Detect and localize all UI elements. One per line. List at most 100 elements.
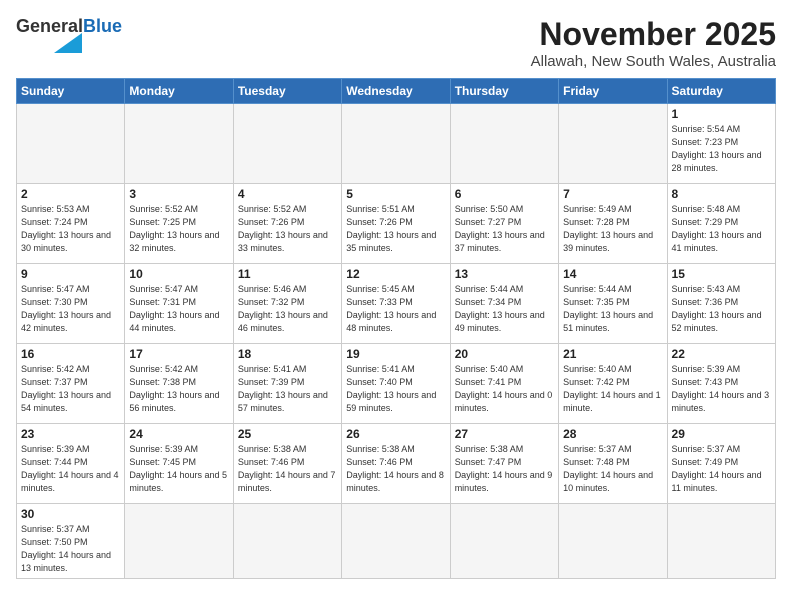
day-info: Sunrise: 5:49 AM Sunset: 7:28 PM Dayligh…: [563, 203, 662, 255]
day-number: 25: [238, 427, 337, 441]
day-info: Sunrise: 5:37 AM Sunset: 7:49 PM Dayligh…: [672, 443, 771, 495]
day-info: Sunrise: 5:44 AM Sunset: 7:35 PM Dayligh…: [563, 283, 662, 335]
calendar-cell: [559, 504, 667, 579]
day-number: 7: [563, 187, 662, 201]
calendar-cell: 18 Sunrise: 5:41 AM Sunset: 7:39 PM Dayli…: [233, 344, 341, 424]
day-info: Sunrise: 5:47 AM Sunset: 7:31 PM Dayligh…: [129, 283, 228, 335]
day-number: 6: [455, 187, 554, 201]
month-title: November 2025: [531, 16, 776, 53]
day-info: Sunrise: 5:42 AM Sunset: 7:38 PM Dayligh…: [129, 363, 228, 415]
calendar-cell: 1Sunrise: 5:54 AM Sunset: 7:23 PM Daylig…: [667, 104, 775, 184]
day-info: Sunrise: 5:39 AM Sunset: 7:45 PM Dayligh…: [129, 443, 228, 495]
calendar-cell: 8 Sunrise: 5:48 AM Sunset: 7:29 PM Daylig…: [667, 184, 775, 264]
calendar-cell: 22Sunrise: 5:39 AM Sunset: 7:43 PM Dayli…: [667, 344, 775, 424]
day-number: 13: [455, 267, 554, 281]
calendar-cell: 9Sunrise: 5:47 AM Sunset: 7:30 PM Daylig…: [17, 264, 125, 344]
day-info: Sunrise: 5:39 AM Sunset: 7:44 PM Dayligh…: [21, 443, 120, 495]
weekday-header-tuesday: Tuesday: [233, 79, 341, 104]
day-info: Sunrise: 5:38 AM Sunset: 7:46 PM Dayligh…: [238, 443, 337, 495]
calendar-cell: [125, 104, 233, 184]
calendar-week-row: 2 Sunrise: 5:53 AM Sunset: 7:24 PM Daylig…: [17, 184, 776, 264]
day-number: 18: [238, 347, 337, 361]
calendar-week-row: 9Sunrise: 5:47 AM Sunset: 7:30 PM Daylig…: [17, 264, 776, 344]
calendar-cell: 26 Sunrise: 5:38 AM Sunset: 7:46 PM Dayli…: [342, 424, 450, 504]
day-number: 10: [129, 267, 228, 281]
day-info: Sunrise: 5:48 AM Sunset: 7:29 PM Dayligh…: [672, 203, 771, 255]
day-number: 19: [346, 347, 445, 361]
day-info: Sunrise: 5:40 AM Sunset: 7:42 PM Dayligh…: [563, 363, 662, 415]
weekday-header-monday: Monday: [125, 79, 233, 104]
calendar-cell: 23 Sunrise: 5:39 AM Sunset: 7:44 PM Dayli…: [17, 424, 125, 504]
day-number: 5: [346, 187, 445, 201]
day-info: Sunrise: 5:50 AM Sunset: 7:27 PM Dayligh…: [455, 203, 554, 255]
day-number: 29: [672, 427, 771, 441]
day-info: Sunrise: 5:41 AM Sunset: 7:40 PM Dayligh…: [346, 363, 445, 415]
calendar-cell: [233, 504, 341, 579]
calendar-week-row: 30Sunrise: 5:37 AM Sunset: 7:50 PM Dayli…: [17, 504, 776, 579]
logo-blue-text: Blue: [83, 16, 122, 37]
calendar-cell: 20 Sunrise: 5:40 AM Sunset: 7:41 PM Dayli…: [450, 344, 558, 424]
day-number: 16: [21, 347, 120, 361]
day-info: Sunrise: 5:41 AM Sunset: 7:39 PM Dayligh…: [238, 363, 337, 415]
weekday-header-sunday: Sunday: [17, 79, 125, 104]
calendar-week-row: 23 Sunrise: 5:39 AM Sunset: 7:44 PM Dayli…: [17, 424, 776, 504]
title-section: November 2025 Allawah, New South Wales, …: [531, 16, 776, 70]
day-number: 20: [455, 347, 554, 361]
day-number: 1: [672, 107, 771, 121]
calendar-cell: [450, 104, 558, 184]
calendar-cell: 12 Sunrise: 5:45 AM Sunset: 7:33 PM Dayli…: [342, 264, 450, 344]
calendar-cell: 6 Sunrise: 5:50 AM Sunset: 7:27 PM Daylig…: [450, 184, 558, 264]
calendar-cell: 2 Sunrise: 5:53 AM Sunset: 7:24 PM Daylig…: [17, 184, 125, 264]
day-info: Sunrise: 5:37 AM Sunset: 7:48 PM Dayligh…: [563, 443, 662, 495]
calendar-cell: [559, 104, 667, 184]
logo: General Blue: [16, 16, 122, 58]
calendar-cell: 28 Sunrise: 5:37 AM Sunset: 7:48 PM Dayli…: [559, 424, 667, 504]
day-info: Sunrise: 5:53 AM Sunset: 7:24 PM Dayligh…: [21, 203, 120, 255]
header: General Blue November 2025 Allawah, New …: [16, 16, 776, 70]
day-info: Sunrise: 5:38 AM Sunset: 7:46 PM Dayligh…: [346, 443, 445, 495]
day-info: Sunrise: 5:52 AM Sunset: 7:25 PM Dayligh…: [129, 203, 228, 255]
calendar-cell: 4 Sunrise: 5:52 AM Sunset: 7:26 PM Daylig…: [233, 184, 341, 264]
weekday-header-saturday: Saturday: [667, 79, 775, 104]
calendar-cell: [17, 104, 125, 184]
calendar-cell: 19 Sunrise: 5:41 AM Sunset: 7:40 PM Dayli…: [342, 344, 450, 424]
day-number: 21: [563, 347, 662, 361]
calendar-week-row: 16 Sunrise: 5:42 AM Sunset: 7:37 PM Dayli…: [17, 344, 776, 424]
calendar-cell: [450, 504, 558, 579]
calendar-cell: 16 Sunrise: 5:42 AM Sunset: 7:37 PM Dayli…: [17, 344, 125, 424]
day-number: 4: [238, 187, 337, 201]
day-number: 15: [672, 267, 771, 281]
weekday-header-row: SundayMondayTuesdayWednesdayThursdayFrid…: [17, 79, 776, 104]
day-info: Sunrise: 5:42 AM Sunset: 7:37 PM Dayligh…: [21, 363, 120, 415]
calendar-table: SundayMondayTuesdayWednesdayThursdayFrid…: [16, 78, 776, 579]
calendar-cell: 3Sunrise: 5:52 AM Sunset: 7:25 PM Daylig…: [125, 184, 233, 264]
weekday-header-wednesday: Wednesday: [342, 79, 450, 104]
weekday-header-thursday: Thursday: [450, 79, 558, 104]
day-info: Sunrise: 5:45 AM Sunset: 7:33 PM Dayligh…: [346, 283, 445, 335]
day-number: 23: [21, 427, 120, 441]
day-info: Sunrise: 5:51 AM Sunset: 7:26 PM Dayligh…: [346, 203, 445, 255]
day-number: 12: [346, 267, 445, 281]
calendar-cell: 14 Sunrise: 5:44 AM Sunset: 7:35 PM Dayli…: [559, 264, 667, 344]
day-info: Sunrise: 5:40 AM Sunset: 7:41 PM Dayligh…: [455, 363, 554, 415]
calendar-cell: 17 Sunrise: 5:42 AM Sunset: 7:38 PM Dayli…: [125, 344, 233, 424]
logo-triangle-icon: [54, 33, 82, 53]
location-title: Allawah, New South Wales, Australia: [531, 53, 776, 70]
day-number: 9: [21, 267, 120, 281]
day-number: 14: [563, 267, 662, 281]
day-number: 28: [563, 427, 662, 441]
day-number: 11: [238, 267, 337, 281]
day-number: 8: [672, 187, 771, 201]
calendar-cell: 13 Sunrise: 5:44 AM Sunset: 7:34 PM Dayli…: [450, 264, 558, 344]
day-info: Sunrise: 5:52 AM Sunset: 7:26 PM Dayligh…: [238, 203, 337, 255]
day-number: 26: [346, 427, 445, 441]
calendar-cell: [342, 104, 450, 184]
day-number: 24: [129, 427, 228, 441]
calendar-cell: [233, 104, 341, 184]
day-info: Sunrise: 5:44 AM Sunset: 7:34 PM Dayligh…: [455, 283, 554, 335]
day-info: Sunrise: 5:39 AM Sunset: 7:43 PM Dayligh…: [672, 363, 771, 415]
day-number: 17: [129, 347, 228, 361]
day-number: 2: [21, 187, 120, 201]
day-number: 30: [21, 507, 120, 521]
day-info: Sunrise: 5:43 AM Sunset: 7:36 PM Dayligh…: [672, 283, 771, 335]
